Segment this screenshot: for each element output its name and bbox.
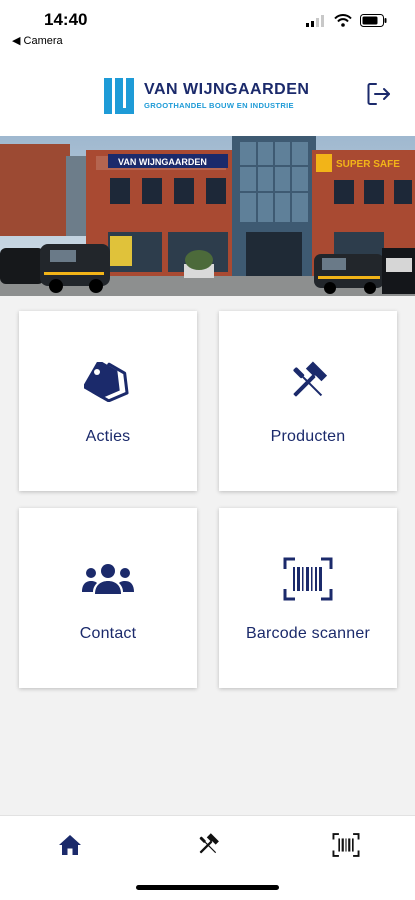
svg-text:GROOTHANDEL BOUW EN INDUSTRIE: GROOTHANDEL BOUW EN INDUSTRIE: [144, 101, 294, 110]
sign-right: SUPER SAFE: [336, 159, 400, 170]
tags-icon: [84, 362, 129, 402]
sign-left: VAN WIJNGAARDEN: [118, 157, 207, 167]
tile-contact[interactable]: Contact: [19, 508, 197, 688]
barcode-icon: [283, 557, 333, 601]
nav-products-button[interactable]: [193, 832, 223, 858]
nav-home-button[interactable]: [55, 832, 85, 858]
building-illustration: VAN WIJNGAARDEN SUPER SAFE: [0, 136, 415, 296]
home-icon: [59, 835, 81, 855]
status-icons: [306, 14, 387, 27]
app-header: VAN WIJNGAARDEN GROOTHANDEL BOUW EN INDU…: [0, 64, 415, 136]
tile-label: Contact: [79, 625, 137, 642]
tile-acties[interactable]: Acties: [19, 311, 197, 491]
battery-icon: [360, 14, 387, 27]
home-indicator[interactable]: [136, 885, 279, 890]
users-icon: [82, 564, 134, 594]
tools-icon: [293, 361, 328, 397]
tile-label: Acties: [85, 428, 131, 445]
status-time: 14:40: [44, 10, 88, 29]
tools-icon: [199, 833, 219, 854]
svg-text:VAN WIJNGAARDEN: VAN WIJNGAARDEN: [144, 81, 309, 98]
nav-barcode-button[interactable]: [331, 832, 361, 858]
barcode-icon: [332, 833, 360, 857]
brand-logo: VAN WIJNGAARDEN GROOTHANDEL BOUW EN INDU…: [104, 78, 309, 114]
logout-icon: [367, 83, 390, 105]
status-bar: 14:40 ◀ Camera: [0, 0, 415, 64]
logout-button[interactable]: [365, 80, 393, 108]
signal-icon: [306, 14, 324, 27]
tile-label: Producten: [270, 428, 346, 445]
back-to-app-link[interactable]: ◀ Camera: [12, 34, 63, 47]
tile-barcode-scanner[interactable]: Barcode scanner: [219, 508, 397, 688]
hero-building-image: VAN WIJNGAARDEN SUPER SAFE: [0, 136, 415, 296]
tile-label: Barcode scanner: [246, 625, 370, 642]
wifi-icon: [334, 14, 352, 27]
tile-producten[interactable]: Producten: [219, 311, 397, 491]
